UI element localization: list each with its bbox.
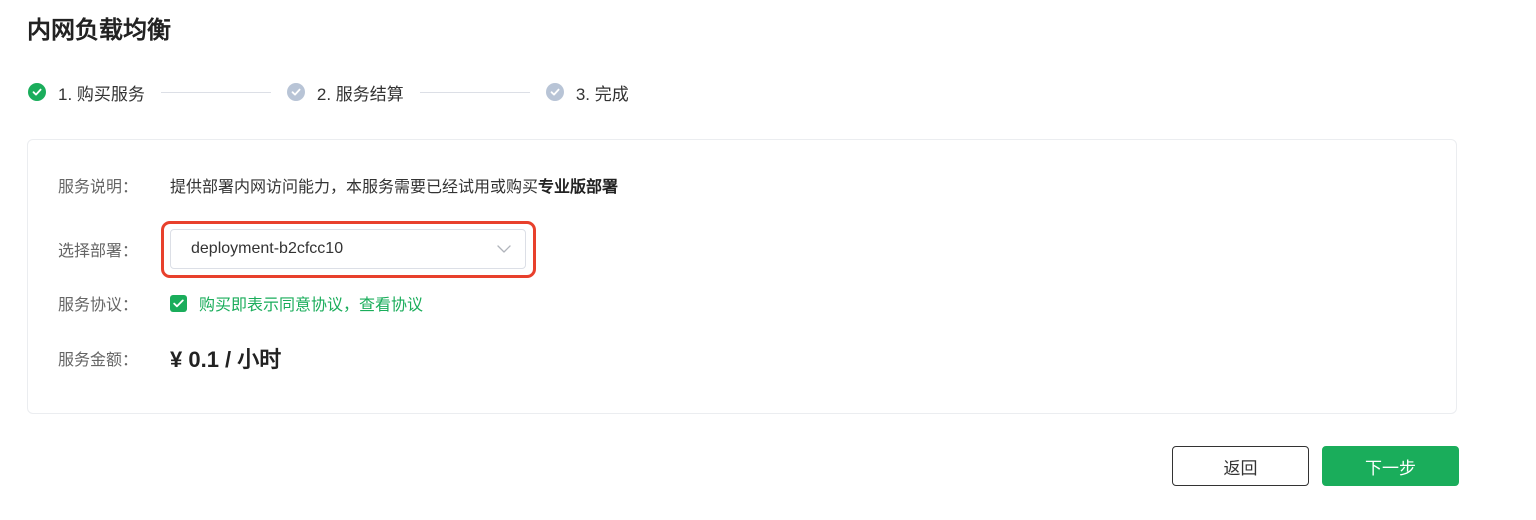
check-circle-icon	[28, 83, 46, 101]
agreement-label: 服务协议：	[58, 297, 139, 314]
price-value: ¥ 0.1 / 小时	[170, 347, 282, 372]
description-row: 服务说明： 提供部署内网访问能力，本服务需要已经试用或购买专业版部署	[58, 173, 618, 197]
deployment-select-value: deployment-b2cfcc10	[191, 240, 344, 257]
step-label: 1. 购买服务	[58, 84, 145, 104]
service-form-card: 服务说明： 提供部署内网访问能力，本服务需要已经试用或购买专业版部署 选择部署：…	[27, 139, 1457, 414]
price-row: 服务金额： ¥ 0.1 / 小时	[58, 342, 281, 374]
step-divider	[160, 91, 271, 93]
price-label: 服务金额：	[58, 352, 139, 369]
page-title: 内网负载均衡	[27, 17, 171, 44]
agreement-row: 服务协议： 购买即表示同意协议，查看协议	[58, 291, 423, 315]
step-1: 1. 购买服务	[28, 80, 145, 105]
description-text: 提供部署内网访问能力，本服务需要已经试用或购买专业版部署	[170, 173, 618, 197]
check-circle-icon	[545, 83, 564, 101]
check-circle-icon	[286, 83, 305, 101]
deployment-row: 选择部署：	[58, 237, 170, 261]
deployment-select[interactable]: deployment-b2cfcc10	[170, 229, 526, 269]
next-step-button[interactable]: 下一步	[1322, 446, 1459, 486]
chevron-down-icon	[497, 245, 511, 253]
step-divider	[419, 91, 530, 93]
step-label: 2. 服务结算	[316, 84, 404, 104]
deployment-label: 选择部署：	[58, 243, 139, 260]
agreement-checkbox[interactable]	[170, 294, 187, 312]
step-3: 3. 完成	[545, 80, 629, 105]
agreement-link[interactable]: 购买即表示同意协议，查看协议	[199, 291, 423, 315]
step-label: 3. 完成	[575, 84, 629, 104]
description-body: 提供部署内网访问能力，本服务需要已经试用或购买	[170, 179, 539, 196]
description-bold: 专业版部署	[538, 179, 619, 196]
step-indicator: 1. 购买服务 2. 服务结算 3. 完成	[28, 78, 629, 106]
back-button[interactable]: 返回	[1172, 446, 1309, 486]
description-label: 服务说明：	[58, 179, 139, 196]
step-2: 2. 服务结算	[286, 80, 404, 105]
